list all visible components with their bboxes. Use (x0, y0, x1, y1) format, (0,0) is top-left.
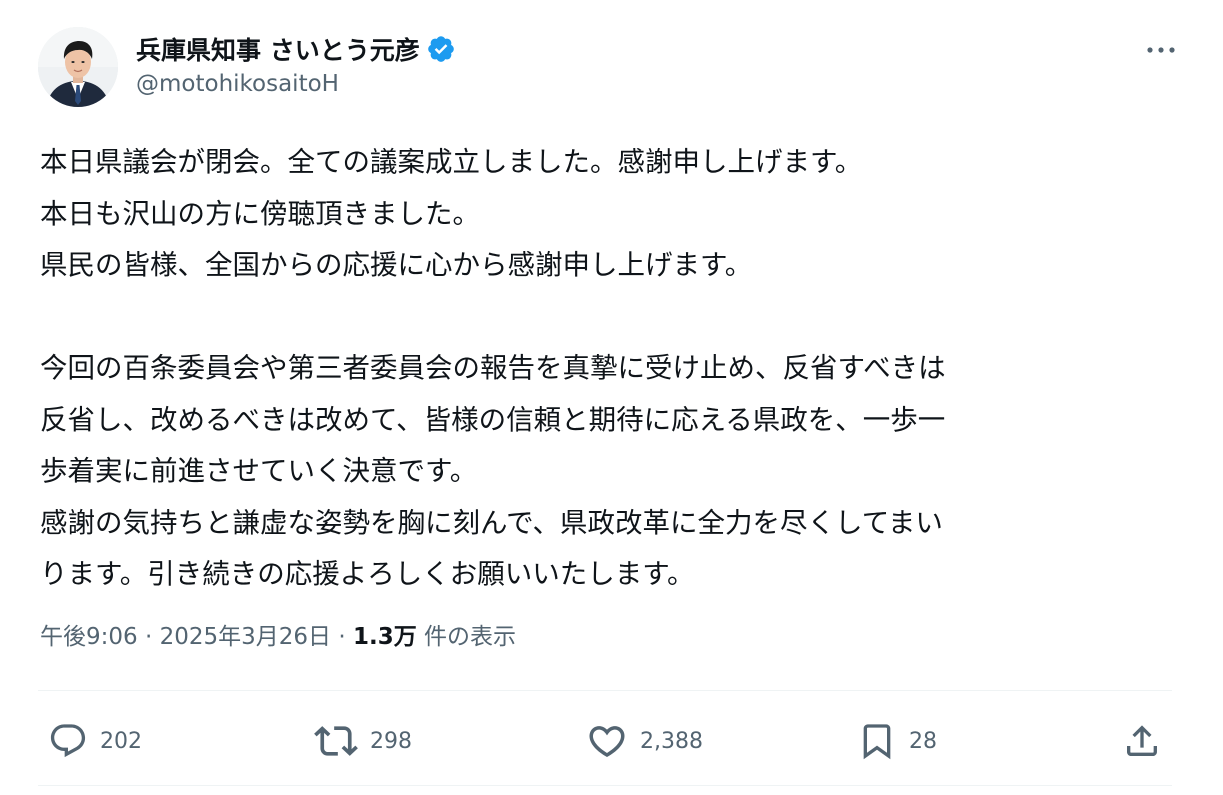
post-line: 歩着実に前進させていく決意です。 (40, 455, 478, 487)
post-meta: 午後9:06 · 2025年3月26日 · 1.3万 件の表示 (40, 617, 516, 657)
tweet-header: 兵庫県知事 さいとう元彦 @motohikosaitoH (38, 27, 1185, 111)
display-name-row: 兵庫県知事 さいとう元彦 (136, 29, 456, 69)
post-text: 本日県議会が閉会。全ての議案成立しました。感謝申し上げます。 本日も沢山の方に傍… (40, 137, 1190, 601)
post-line: 本日県議会が閉会。全ての議案成立しました。感謝申し上げます。 (40, 146, 863, 178)
like-button[interactable]: 2,388 (586, 714, 703, 768)
post-line: 本日も沢山の方に傍聴頂きました。 (40, 197, 480, 230)
verified-badge-icon[interactable] (426, 34, 456, 64)
post-line: 反省し、改めるべきは改めて、皆様の信頼と期待に応える県政を、一歩一 (40, 403, 946, 436)
post-line: 今回の百条委員会や第三者委員会の報告を真摯に受け止め、反省すべきは (40, 352, 946, 384)
meta-separator: · (137, 624, 160, 650)
bookmark-icon (863, 724, 891, 760)
bookmark-button[interactable]: 28 (857, 714, 937, 768)
avatar[interactable] (38, 27, 118, 107)
share-button[interactable] (1122, 714, 1162, 768)
post-line-blank (40, 292, 1190, 344)
post-line: 県民の皆様、全国からの応援に心から感謝申し上げます。 (40, 249, 753, 281)
retweet-icon (314, 726, 358, 756)
handle[interactable]: @motohikosaitoH (136, 71, 456, 97)
action-bar: 202 298 2,388 28 (40, 714, 1170, 768)
bookmark-count: 28 (909, 728, 937, 754)
author-info: 兵庫県知事 さいとう元彦 @motohikosaitoH (136, 29, 456, 97)
meta-separator: · (331, 624, 353, 650)
views-count: 1.3万 (352, 624, 417, 650)
divider (38, 690, 1172, 691)
reply-icon (50, 724, 86, 758)
tweet: 兵庫県知事 さいとう元彦 @motohikosaitoH 本日県議会が閉会。全て… (0, 0, 1223, 795)
divider (38, 785, 1172, 786)
retweet-button[interactable]: 298 (314, 714, 412, 768)
display-name[interactable]: 兵庫県知事 さいとう元彦 (136, 31, 420, 67)
more-dots-icon (1147, 47, 1175, 53)
reply-button[interactable]: 202 (48, 714, 142, 768)
profile-photo-icon (38, 27, 118, 107)
heart-icon (589, 726, 625, 758)
reply-count: 202 (100, 728, 142, 754)
like-count: 2,388 (640, 728, 703, 754)
retweet-count: 298 (370, 728, 412, 754)
post-time[interactable]: 午後9:06 (40, 624, 138, 650)
more-options-button[interactable] (1143, 35, 1179, 65)
post-date[interactable]: 2025年3月26日 (160, 624, 331, 650)
views-label: 件の表示 (416, 624, 517, 650)
post-line: 感謝の気持ちと謙虚な姿勢を胸に刻んで、県政改革に全力を尽くしてまい (40, 506, 943, 539)
share-icon (1127, 725, 1157, 756)
post-line: ります。引き続きの応援よろしくお願いいたします。 (40, 558, 695, 590)
